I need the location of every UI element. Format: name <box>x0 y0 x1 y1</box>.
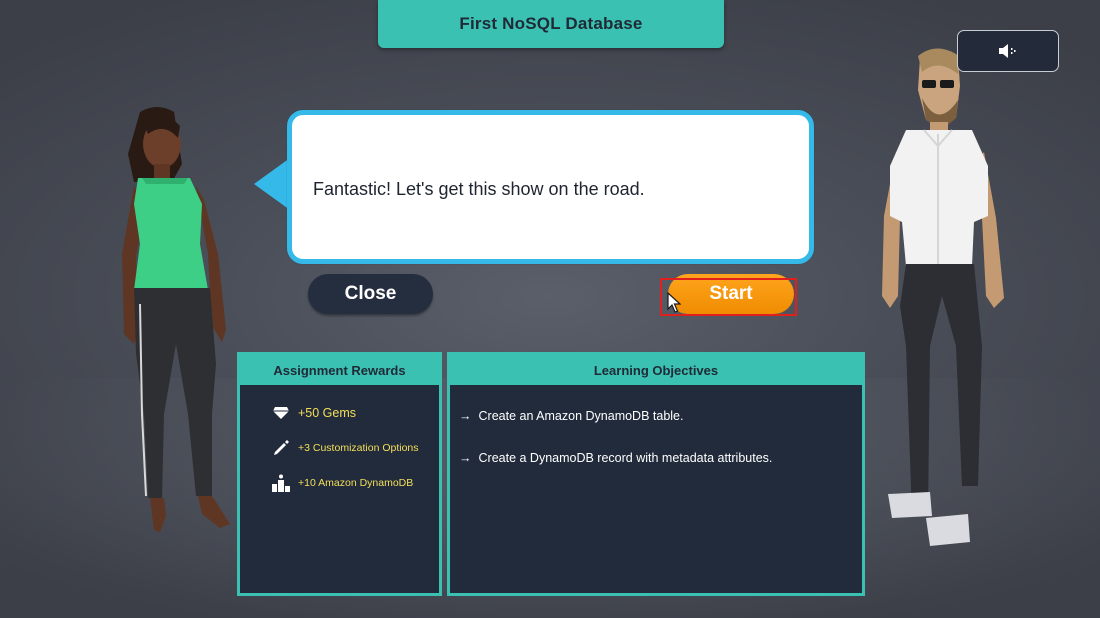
podium-icon <box>270 473 292 493</box>
close-button[interactable]: Close <box>308 274 433 314</box>
assignment-rewards-panel: Assignment Rewards +50 Gems +3 Customiza… <box>237 352 442 596</box>
pencil-icon <box>270 438 292 458</box>
speaker-icon <box>999 44 1016 58</box>
rewards-header: Assignment Rewards <box>240 355 439 385</box>
assignment-title-tab: First NoSQL Database <box>378 0 724 48</box>
close-button-label: Close <box>344 283 397 304</box>
page-title: First NoSQL Database <box>459 14 643 33</box>
objective-item: → Create an Amazon DynamoDB table. <box>459 409 683 423</box>
sound-toggle-button[interactable] <box>957 30 1059 72</box>
objective-text: Create a DynamoDB record with metadata a… <box>478 451 773 465</box>
arrow-right-icon: → <box>459 409 472 423</box>
female-character <box>122 107 230 532</box>
arrow-right-icon: → <box>459 451 472 465</box>
objective-text: Create an Amazon DynamoDB table. <box>478 409 684 423</box>
objective-item: → Create a DynamoDB record with metadata… <box>459 451 772 465</box>
reward-dynamodb: +10 Amazon DynamoDB <box>270 473 413 493</box>
learning-objectives-panel: Learning Objectives → Create an Amazon D… <box>447 352 865 596</box>
reward-customization-label: +3 Customization Options <box>298 442 419 454</box>
speech-bubble-pointer <box>254 158 290 210</box>
reward-gems: +50 Gems <box>270 403 356 423</box>
dialog-message: Fantastic! Let's get this show on the ro… <box>313 179 645 199</box>
reward-gems-label: +50 Gems <box>298 406 357 420</box>
male-character <box>882 48 1004 546</box>
gem-icon <box>270 403 292 423</box>
reward-dynamodb-label: +10 Amazon DynamoDB <box>298 477 414 489</box>
mouse-cursor-icon <box>667 292 681 313</box>
objectives-header: Learning Objectives <box>450 355 862 385</box>
reward-customization: +3 Customization Options <box>270 438 419 458</box>
speech-bubble: Fantastic! Let's get this show on the ro… <box>287 110 814 264</box>
